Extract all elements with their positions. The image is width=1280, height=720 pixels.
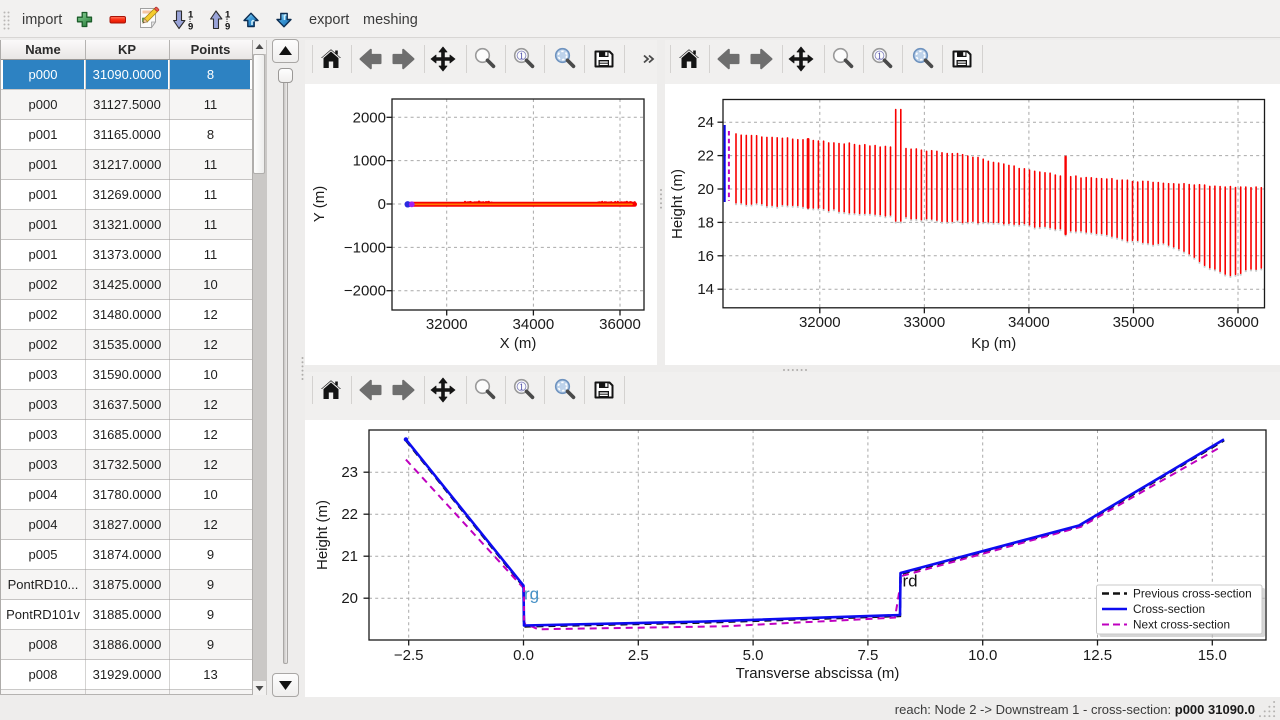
svg-text:12.5: 12.5 [1083,647,1112,664]
svg-text:20: 20 [697,181,714,198]
svg-text:−2000: −2000 [344,283,386,300]
svg-text:32000: 32000 [426,316,468,333]
svg-text:22: 22 [697,148,714,165]
svg-text:1: 1 [225,10,231,21]
svg-text:24: 24 [697,114,714,131]
svg-text:16: 16 [697,248,714,265]
svg-text:9: 9 [188,22,193,32]
svg-text:X (m): X (m) [500,335,537,352]
svg-text:22: 22 [341,506,358,523]
svg-text:35000: 35000 [1113,314,1155,331]
svg-text:9: 9 [225,22,230,32]
svg-text:1: 1 [877,52,882,62]
svg-text:Height (m): Height (m) [314,500,331,570]
svg-text:Cross-section: Cross-section [1133,602,1205,616]
svg-text:32000: 32000 [799,314,841,331]
svg-text:34000: 34000 [513,316,555,333]
svg-text:33000: 33000 [903,314,945,331]
svg-text:1000: 1000 [353,153,386,170]
svg-text:2000: 2000 [353,109,386,126]
svg-text:0.0: 0.0 [513,647,534,664]
svg-text:−1000: −1000 [344,239,386,256]
svg-text:1: 1 [188,10,194,21]
svg-text:−2.5: −2.5 [394,647,424,664]
svg-text:36000: 36000 [599,316,641,333]
svg-text:20: 20 [341,590,358,607]
svg-text:36000: 36000 [1217,314,1259,331]
svg-text:5.0: 5.0 [743,647,764,664]
svg-text:0: 0 [378,196,386,213]
svg-text:7.5: 7.5 [857,647,878,664]
svg-text:15.0: 15.0 [1198,647,1227,664]
svg-text:1: 1 [519,383,524,393]
svg-text:23: 23 [341,464,358,481]
svg-text:rd: rd [903,572,918,591]
svg-text:21: 21 [341,548,358,565]
svg-text:Kp (m): Kp (m) [971,335,1016,352]
svg-text:Height (m): Height (m) [669,169,686,239]
svg-text:rg: rg [524,585,539,604]
svg-text:2.5: 2.5 [628,647,649,664]
svg-text:1: 1 [519,52,524,62]
svg-text:14: 14 [697,281,714,298]
svg-text:10.0: 10.0 [968,647,997,664]
svg-text:Previous cross-section: Previous cross-section [1133,587,1252,601]
svg-text:18: 18 [697,214,714,231]
svg-text:Y (m): Y (m) [311,186,328,222]
svg-text:34000: 34000 [1008,314,1050,331]
svg-text:Transverse abscissa (m): Transverse abscissa (m) [736,665,900,682]
svg-text:Next cross-section: Next cross-section [1133,618,1230,632]
